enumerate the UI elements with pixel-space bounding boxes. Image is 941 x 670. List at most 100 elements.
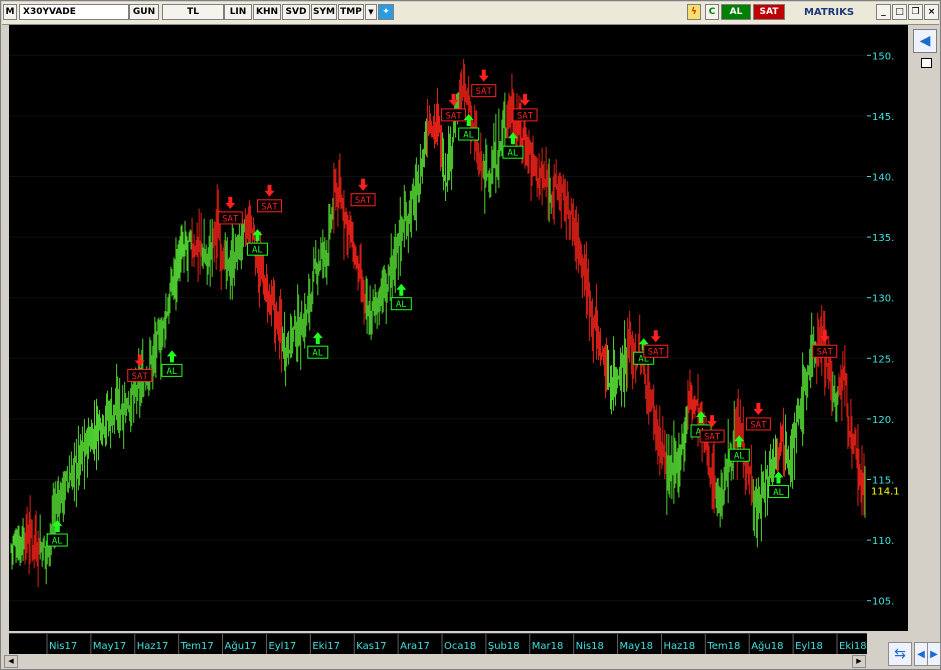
tmp-button[interactable]: TMP xyxy=(338,4,364,20)
maximize-button[interactable]: □ xyxy=(892,4,907,20)
zoom-out-icon[interactable]: ◀ xyxy=(914,642,928,666)
matriks-logo: MATRIKS xyxy=(788,4,870,20)
toolbar: M X30YVADE GUN TL LIN KHN SVD SYM TMP ▼ … xyxy=(2,2,939,25)
down-arrow-icon xyxy=(478,69,489,82)
symbol-field[interactable]: X30YVADE xyxy=(19,4,129,20)
x-tick-label: Oca18 xyxy=(444,641,476,652)
price-axis: 105. 110. 115. 120. 125. 130. 135. 140. 145. 150.… xyxy=(867,25,908,631)
signal-label: AL xyxy=(463,131,474,141)
price-bars: ALSATALSATALSATALSATALSATALSATALSATALSAT… xyxy=(9,54,867,602)
sell-signal[interactable]: SAT xyxy=(350,178,376,207)
down-arrow-icon xyxy=(650,330,661,343)
y-tick-label: 145. xyxy=(872,112,894,123)
collapse-arrow-icon[interactable]: ◀ xyxy=(913,29,937,53)
zoom-in-icon[interactable]: ▶ xyxy=(927,642,941,666)
close-button[interactable]: × xyxy=(924,4,939,20)
signal-label: AL xyxy=(167,367,178,377)
signal-label: SAT xyxy=(704,433,721,443)
signal-label: SAT xyxy=(261,202,278,212)
x-tick-label: Eki18 xyxy=(839,641,867,652)
x-tick-label: Kas17 xyxy=(356,641,386,652)
signal-label: SAT xyxy=(817,348,834,358)
signal-label: SAT xyxy=(648,348,665,358)
price-axis-labels: 105. 110. 115. 120. 125. 130. 135. 140. 145. 150.… xyxy=(867,51,900,608)
signal-label: AL xyxy=(396,300,407,310)
x-tick-label: Eyl18 xyxy=(795,641,823,652)
x-tick-label: Şub18 xyxy=(488,641,520,652)
signal-label: AL xyxy=(52,537,63,547)
scroll-right-icon[interactable]: ▶ xyxy=(852,655,866,668)
restore-button[interactable]: ❐ xyxy=(908,4,923,20)
buy-al-button[interactable]: AL xyxy=(721,4,751,20)
period-gun-button[interactable]: GUN xyxy=(129,4,159,20)
scroll-left-icon[interactable]: ◀ xyxy=(4,655,18,668)
y-tick-label: 125. xyxy=(872,354,894,365)
buy-signal[interactable]: AL xyxy=(728,435,750,462)
y-tick-label: 110. xyxy=(872,536,894,547)
refresh-c-icon[interactable]: C xyxy=(705,4,719,20)
signal-label: AL xyxy=(508,149,519,159)
x-tick-label: Tem17 xyxy=(180,641,214,652)
signal-label: SAT xyxy=(222,214,239,224)
signal-label: SAT xyxy=(750,420,767,430)
panel-toggle-icon[interactable] xyxy=(921,58,932,68)
down-arrow-icon xyxy=(520,93,531,106)
signal-label: SAT xyxy=(445,111,462,121)
side-panel: ◀ xyxy=(908,25,939,633)
x-tick-label: Eyl17 xyxy=(268,641,296,652)
scale-lin-button[interactable]: LIN xyxy=(224,4,252,20)
buy-signal[interactable]: AL xyxy=(307,332,329,359)
x-tick-label: Tem18 xyxy=(706,641,740,652)
last-price-label: 114.1 xyxy=(871,486,900,497)
buy-signal[interactable]: AL xyxy=(390,283,412,311)
up-arrow-icon xyxy=(773,471,784,484)
dropdown-arrow-icon[interactable]: ▼ xyxy=(365,4,377,20)
signal-label: AL xyxy=(734,452,745,462)
y-tick-label: 140. xyxy=(872,173,894,184)
sell-signal[interactable]: SAT xyxy=(471,69,497,98)
x-tick-label: Ağu17 xyxy=(225,640,257,652)
y-tick-label: 120. xyxy=(872,415,894,426)
x-tick-label: Mar18 xyxy=(532,641,564,652)
currency-tl-button[interactable]: TL xyxy=(162,4,224,20)
sell-signal[interactable]: SAT xyxy=(745,402,771,431)
price-chart[interactable]: AL SAT AL SAT AL SAT AL SAT AL SAT AL SAT AL SAT AL SAT… xyxy=(9,25,867,631)
y-tick-label: 130. xyxy=(872,294,894,305)
x-tick-label: Haz18 xyxy=(663,641,695,652)
date-axis: Nis17 May17 Haz17 Tem17 Ağu17 Eyl17 Eki17 Kas17… xyxy=(9,633,867,654)
sell-sat-button[interactable]: SAT xyxy=(753,4,785,20)
signal-label: AL xyxy=(312,349,323,359)
svd-button[interactable]: SVD xyxy=(282,4,310,20)
sync-icon[interactable]: ⇆ xyxy=(888,642,912,666)
x-tick-label: Ağu18 xyxy=(751,640,783,652)
down-arrow-icon xyxy=(358,178,369,191)
x-tick-label: Ara17 xyxy=(400,641,430,652)
down-arrow-icon xyxy=(264,184,275,197)
y-tick-label: 150. xyxy=(872,51,894,62)
up-arrow-icon xyxy=(312,332,323,345)
x-tick-label: Eki17 xyxy=(312,641,340,652)
sym-button[interactable]: SYM xyxy=(311,4,337,20)
up-arrow-icon xyxy=(396,283,407,296)
menu-m-button[interactable]: M xyxy=(3,4,17,20)
x-tick-label: May18 xyxy=(620,641,653,652)
minimize-button[interactable]: _ xyxy=(876,4,891,20)
horizontal-scrollbar[interactable]: ◀ ▶ ⇆ ◀ ▶ xyxy=(2,642,941,668)
sell-signal[interactable]: SAT xyxy=(257,184,283,213)
signal-label: SAT xyxy=(132,372,149,382)
x-tick-label: May17 xyxy=(93,641,126,652)
signal-label: SAT xyxy=(476,87,493,97)
twitter-bird-icon[interactable]: ✦ xyxy=(378,4,394,20)
signal-label: AL xyxy=(773,488,784,498)
lightning-icon[interactable]: ϟ xyxy=(687,4,701,20)
up-arrow-icon xyxy=(166,350,177,363)
x-tick-label: Haz17 xyxy=(137,641,169,652)
x-tick-label: Nis17 xyxy=(49,641,77,652)
signal-label: SAT xyxy=(355,196,372,206)
buy-signal[interactable]: AL xyxy=(161,350,183,377)
y-tick-label: 115. xyxy=(872,476,894,487)
x-tick-label: Nis18 xyxy=(576,641,604,652)
sell-signal[interactable]: SAT xyxy=(217,196,243,225)
khn-button[interactable]: KHN xyxy=(253,4,281,20)
down-arrow-icon xyxy=(225,196,236,209)
